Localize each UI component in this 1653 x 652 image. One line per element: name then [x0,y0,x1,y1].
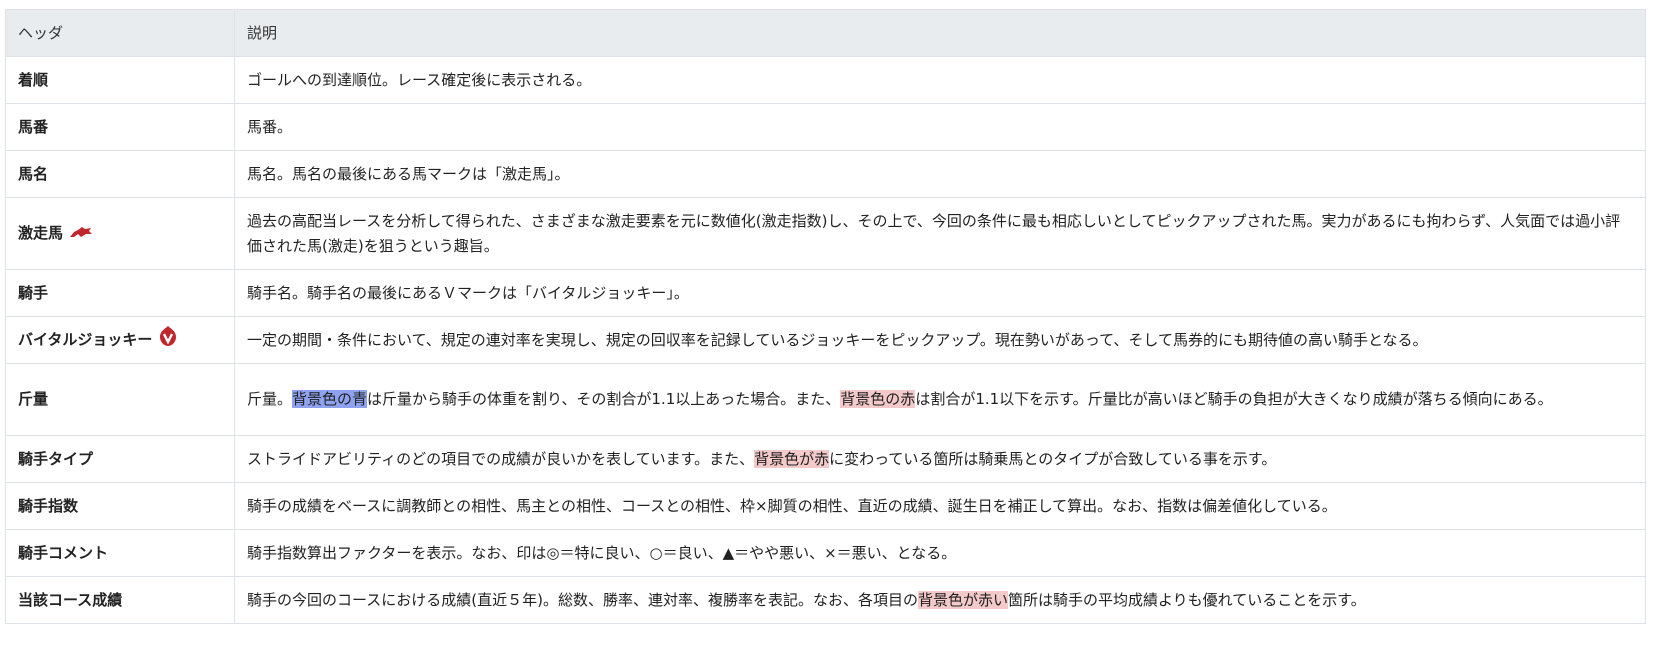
desc-text: は斤量から騎手の体重を割り、その割合が1.1以上あった場合。また、 [367,390,841,408]
row-header-finish-position: 着順 [5,56,235,104]
row-description: ゴールへの到達順位。レース確定後に表示される。 [234,56,1646,104]
row-header-horse-number: 馬番 [5,103,235,151]
row-description: 斤量。背景色の青は斤量から騎手の体重を割り、その割合が1.1以上あった場合。また… [234,363,1646,436]
vital-v-icon [158,325,178,355]
table-row: バイタルジョッキー 一定の期間・条件において、規定の連対率を実現し、規定の回収率… [5,316,1646,364]
horse-mark-icon [69,221,93,246]
row-header-gekiso-horse: 激走馬 [5,197,235,270]
row-header-jockey-type: 騎手タイプ [5,435,235,483]
row-header-weight: 斤量 [5,363,235,436]
row-header-course-record: 当該コース成績 [5,576,235,624]
row-header-jockey: 騎手 [5,269,235,317]
row-description: 騎手の成績をベースに調教師との相性、馬主との相性、コースとの相性、枠×脚質の相性… [234,482,1646,530]
desc-text: 箇所は騎手の平均成績よりも優れていることを示す。 [1007,590,1366,609]
row-description: 騎手名。騎手名の最後にあるＶマークは「バイタルジョッキー」。 [234,269,1646,317]
row-description: 馬名。馬名の最後にある馬マークは「激走馬」。 [234,150,1646,198]
explanation-table: ヘッダ 説明 着順 ゴールへの到達順位。レース確定後に表示される。 馬番 馬番。… [5,9,1646,624]
row-header-vital-jockey: バイタルジョッキー [5,316,235,364]
table-row: 騎手指数 騎手の成績をベースに調教師との相性、馬主との相性、コースとの相性、枠×… [5,482,1646,530]
table-row: 騎手コメント 騎手指数算出ファクターを表示。なお、印は◎＝特に良い、○＝良い、▲… [5,529,1646,577]
table-row: 着順 ゴールへの到達順位。レース確定後に表示される。 [5,56,1646,104]
desc-text: 騎手の今回のコースにおける成績(直近５年)。総数、勝率、連対率、複勝率を表記。な… [247,590,918,609]
row-description: 騎手指数算出ファクターを表示。なお、印は◎＝特に良い、○＝良い、▲＝やや悪い、×… [234,529,1646,577]
table-header-row: ヘッダ 説明 [5,9,1646,57]
row-header-horse-name: 馬名 [5,150,235,198]
row-header-jockey-comment: 騎手コメント [5,529,235,577]
header-cell-name: ヘッダ [5,9,235,57]
table-row: 斤量 斤量。背景色の青は斤量から騎手の体重を割り、その割合が1.1以上あった場合… [5,363,1646,436]
highlight-blue: 背景色の青 [292,390,368,408]
table-row: 騎手タイプ ストライドアビリティのどの項目での成績が良いかを表しています。また、… [5,435,1646,483]
table-row: 馬番 馬番。 [5,103,1646,151]
row-description: 過去の高配当レースを分析して得られた、さまざまな激走要素を元に数値化(激走指数)… [234,197,1646,270]
row-description: 一定の期間・条件において、規定の連対率を実現し、規定の回収率を記録しているジョッ… [234,316,1646,364]
table-row: 馬名 馬名。馬名の最後にある馬マークは「激走馬」。 [5,150,1646,198]
explanation-table-wrapper: ヘッダ 説明 着順 ゴールへの到達順位。レース確定後に表示される。 馬番 馬番。… [5,9,1646,624]
row-header-jockey-index: 騎手指数 [5,482,235,530]
header-cell-description: 説明 [234,9,1646,57]
row-description: 騎手の今回のコースにおける成績(直近５年)。総数、勝率、連対率、複勝率を表記。な… [234,576,1646,624]
desc-text: に変わっている箇所は騎乗馬とのタイプが合致している事を示す。 [829,449,1277,468]
table-row: 騎手 騎手名。騎手名の最後にあるＶマークは「バイタルジョッキー」。 [5,269,1646,317]
row-header-label: 激走馬 [18,224,64,242]
highlight-red: 背景色が赤 [754,449,830,468]
table-row: 激走馬 過去の高配当レースを分析して得られた、さまざまな激走要素を元に数値化(激… [5,197,1646,270]
row-header-label: バイタルジョッキー [18,330,153,349]
highlight-red: 背景色の赤 [840,390,916,408]
desc-text: は割合が1.1以下を示す。斤量比が高いほど騎手の負担が大きくなり成績が落ちる傾向… [915,390,1553,408]
table-row: 当該コース成績 騎手の今回のコースにおける成績(直近５年)。総数、勝率、連対率、… [5,576,1646,624]
row-description: ストライドアビリティのどの項目での成績が良いかを表しています。また、背景色が赤に… [234,435,1646,483]
desc-text: ストライドアビリティのどの項目での成績が良いかを表しています。また、 [247,449,755,468]
desc-text: 斤量。 [247,390,293,408]
row-description: 馬番。 [234,103,1646,151]
highlight-red: 背景色が赤い [917,590,1008,609]
